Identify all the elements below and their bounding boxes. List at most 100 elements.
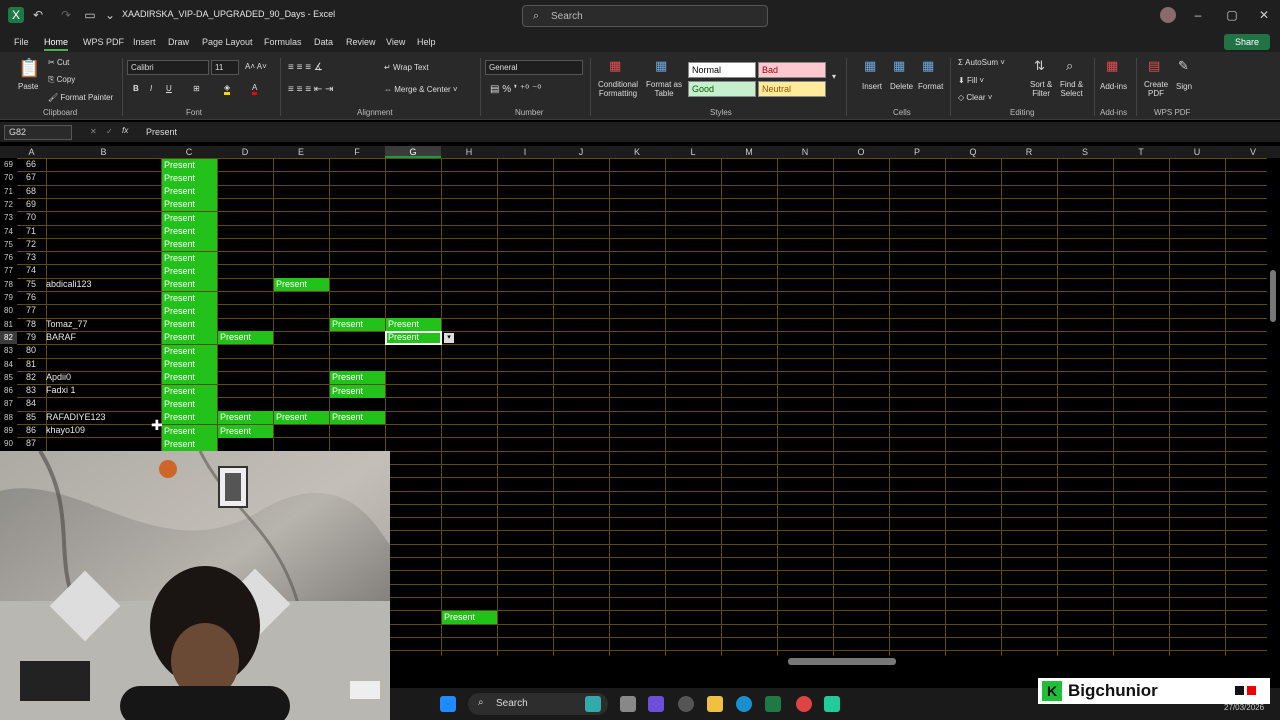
menu-draw[interactable]: Draw xyxy=(168,37,189,47)
maximize-icon[interactable]: ▢ xyxy=(1224,7,1240,23)
menu-review[interactable]: Review xyxy=(346,37,376,47)
row-header[interactable]: 81 xyxy=(0,318,17,331)
styles-more-icon[interactable]: ▾ xyxy=(832,72,836,81)
row-header[interactable]: 76 xyxy=(0,251,17,264)
row-header[interactable]: 89 xyxy=(0,424,17,437)
column-header-t[interactable]: T xyxy=(1113,146,1169,158)
row-header[interactable]: 69 xyxy=(0,158,17,171)
cell-present[interactable]: Present xyxy=(162,251,217,265)
enter-icon[interactable]: ✓ xyxy=(106,127,113,136)
sign-icon[interactable]: ✎ xyxy=(1178,58,1189,74)
row-header[interactable]: 70 xyxy=(0,171,17,184)
fill-color-icon[interactable]: ◈ xyxy=(224,83,231,95)
font-name-select[interactable]: Calibri xyxy=(127,60,209,75)
cell-name[interactable]: BARAF xyxy=(46,332,76,342)
search-box[interactable]: ⌕ Search xyxy=(522,5,768,27)
excel-taskbar-icon[interactable] xyxy=(765,696,781,712)
row-header[interactable]: 80 xyxy=(0,304,17,317)
number-format-icons[interactable]: ▤ % ❜ ⁺⁰ ⁻⁰ xyxy=(490,84,541,95)
column-header-b[interactable]: B xyxy=(46,146,161,158)
column-header-r[interactable]: R xyxy=(1001,146,1057,158)
row-header[interactable]: 87 xyxy=(0,397,17,410)
edge-icon[interactable] xyxy=(736,696,752,712)
format-painter-button[interactable]: 🖌 Format Painter xyxy=(48,93,113,102)
menu-home[interactable]: Home xyxy=(44,37,69,51)
customize-toolbar-icon[interactable]: ⌄ xyxy=(102,7,118,23)
active-cell[interactable] xyxy=(385,330,442,346)
column-header-d[interactable]: D xyxy=(217,146,273,158)
cell-number[interactable]: 79 xyxy=(26,332,36,342)
cell-number[interactable]: 66 xyxy=(26,159,36,169)
column-header-l[interactable]: L xyxy=(665,146,721,158)
dropdown-arrow-icon[interactable]: ▾ xyxy=(444,332,454,343)
add-ins-button[interactable]: Add-ins xyxy=(1100,82,1127,91)
chrome-icon[interactable] xyxy=(796,696,812,712)
column-header-a[interactable]: A xyxy=(17,146,46,158)
share-button[interactable]: Share xyxy=(1224,34,1270,50)
create-pdf-button[interactable]: Create PDF xyxy=(1144,80,1168,98)
cell-present[interactable]: Present xyxy=(162,344,217,358)
cell-present[interactable]: Present xyxy=(218,331,273,345)
column-header-h[interactable]: H xyxy=(441,146,497,158)
cell-present[interactable]: Present xyxy=(162,264,217,278)
row-header[interactable]: 79 xyxy=(0,291,17,304)
cell-number[interactable]: 75 xyxy=(26,279,36,289)
formula-input[interactable]: Present xyxy=(146,127,177,137)
app-icon[interactable] xyxy=(824,696,840,712)
cell-number[interactable]: 72 xyxy=(26,239,36,249)
conditional-formatting-button[interactable]: Conditional Formatting xyxy=(598,80,638,98)
menu-data[interactable]: Data xyxy=(314,37,333,47)
cell-present[interactable]: Present xyxy=(162,211,217,225)
cell-present[interactable]: Present xyxy=(162,371,217,385)
row-header[interactable]: 77 xyxy=(0,264,17,277)
font-size-select[interactable]: 11 xyxy=(211,60,239,75)
cell-number[interactable]: 74 xyxy=(26,265,36,275)
autosum-button[interactable]: Σ AutoSum ˅ xyxy=(958,58,1005,67)
cell-number[interactable]: 85 xyxy=(26,412,36,422)
menu-page-layout[interactable]: Page Layout xyxy=(202,37,253,47)
cell-name[interactable]: khayo109 xyxy=(46,425,85,435)
menu-view[interactable]: View xyxy=(386,37,405,47)
cell-number[interactable]: 84 xyxy=(26,398,36,408)
column-header-o[interactable]: O xyxy=(833,146,889,158)
cell-present[interactable]: Present xyxy=(162,318,217,332)
row-header[interactable]: 88 xyxy=(0,411,17,424)
avatar[interactable] xyxy=(1160,7,1176,23)
paste-button[interactable]: Paste xyxy=(18,82,38,91)
copilot-icon[interactable] xyxy=(648,696,664,712)
sort-filter-button[interactable]: Sort & Filter xyxy=(1030,80,1052,98)
format-as-table-icon[interactable]: ▦ xyxy=(655,58,667,74)
style-normal[interactable]: Normal xyxy=(688,62,756,78)
wrap-text-button[interactable]: ↵ Wrap Text xyxy=(384,63,429,72)
menu-formulas[interactable]: Formulas xyxy=(264,37,302,47)
style-neutral[interactable]: Neutral xyxy=(758,81,826,97)
cell-present[interactable]: Present xyxy=(162,437,217,451)
row-header[interactable]: 83 xyxy=(0,344,17,357)
style-bad[interactable]: Bad xyxy=(758,62,826,78)
column-header-e[interactable]: E xyxy=(273,146,329,158)
row-header[interactable]: 90 xyxy=(0,437,17,450)
add-ins-icon[interactable]: ▦ xyxy=(1106,58,1118,74)
copy-button[interactable]: ⎘ Copy xyxy=(48,75,75,85)
column-header-f[interactable]: F xyxy=(329,146,385,158)
cell-number[interactable]: 86 xyxy=(26,425,36,435)
column-header-p[interactable]: P xyxy=(889,146,945,158)
cell-number[interactable]: 76 xyxy=(26,292,36,302)
cell-number[interactable]: 69 xyxy=(26,199,36,209)
cell-name[interactable]: abdicali123 xyxy=(46,279,92,289)
align-top-icons[interactable]: ≡ ≡ ≡ ∡ xyxy=(288,62,323,73)
row-header[interactable]: 73 xyxy=(0,211,17,224)
cell-present[interactable]: Present xyxy=(330,384,385,398)
row-header[interactable]: 78 xyxy=(0,278,17,291)
sign-button[interactable]: Sign xyxy=(1176,82,1192,91)
column-header-s[interactable]: S xyxy=(1057,146,1113,158)
cell-name[interactable]: Fadxi 1 xyxy=(46,385,76,395)
cancel-icon[interactable]: ✕ xyxy=(90,127,97,136)
column-header-j[interactable]: J xyxy=(553,146,609,158)
cell-number[interactable]: 73 xyxy=(26,252,36,262)
style-good[interactable]: Good xyxy=(688,81,756,97)
windows-start-icon[interactable] xyxy=(440,696,456,712)
cell-number[interactable]: 87 xyxy=(26,438,36,448)
row-header[interactable]: 74 xyxy=(0,225,17,238)
format-cells-icon[interactable]: ▦ xyxy=(922,58,934,74)
